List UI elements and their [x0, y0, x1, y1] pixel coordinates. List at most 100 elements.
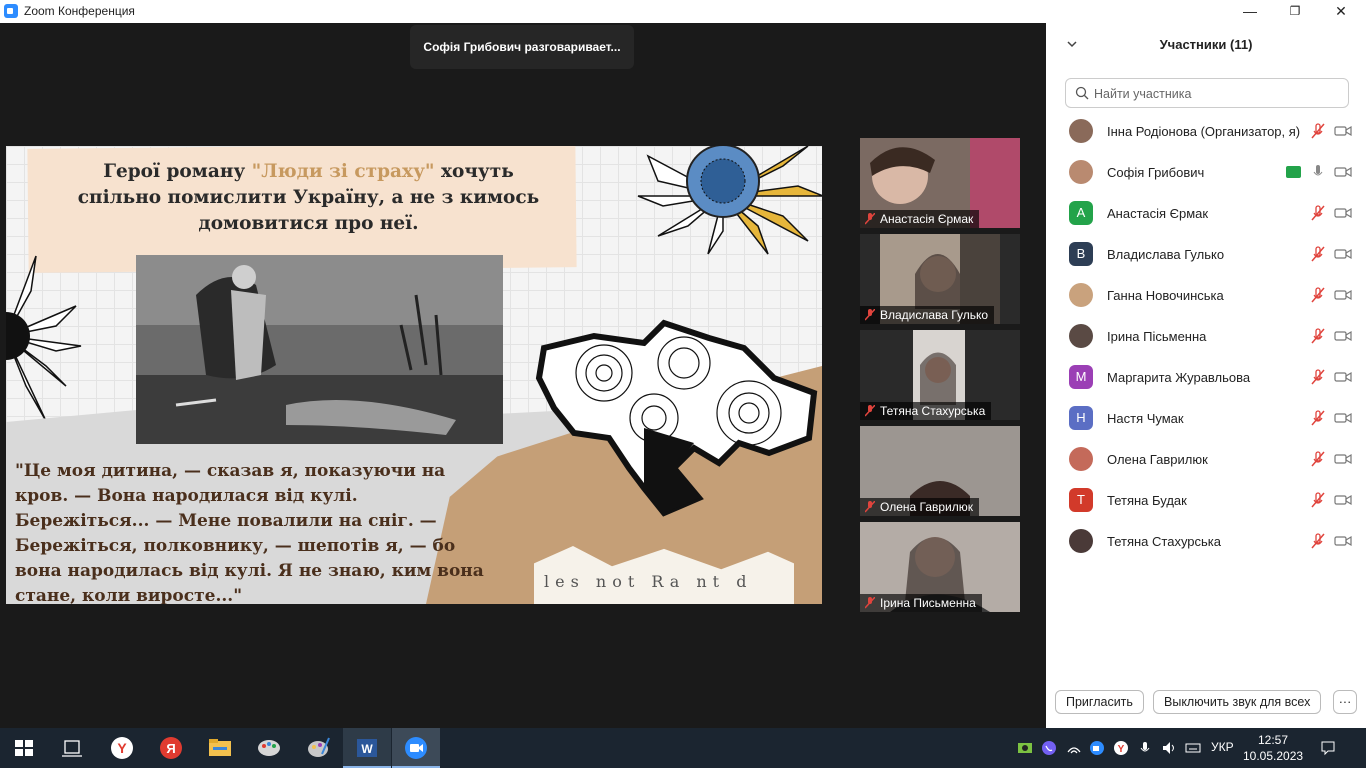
participant-row[interactable]: M Маргарита Журавльова: [1046, 357, 1366, 398]
slide-quote: "Це моя дитина, — сказав я, показуючи на…: [15, 461, 484, 604]
paint-icon[interactable]: [245, 728, 293, 768]
participant-name: Маргарита Журавльова: [1107, 370, 1251, 385]
participant-row[interactable]: Тетяна Стахурська: [1046, 521, 1366, 562]
screen-share-icon: [1286, 166, 1301, 178]
participant-row[interactable]: Ірина Пісьменна: [1046, 316, 1366, 357]
video-camera-icon[interactable]: [1334, 370, 1352, 384]
muted-mic-icon[interactable]: [1310, 451, 1326, 467]
participant-name: Ганна Новочинська: [1107, 288, 1224, 303]
word-icon[interactable]: W: [343, 728, 391, 768]
video-camera-icon[interactable]: [1334, 247, 1352, 261]
notification-icon[interactable]: [1320, 740, 1336, 756]
participant-name: Інна Родіонова (Организатор, я): [1107, 124, 1301, 139]
wifi-icon[interactable]: [1066, 740, 1082, 756]
muted-mic-icon: [865, 597, 875, 609]
muted-mic-icon[interactable]: [1310, 123, 1326, 139]
video-camera-icon[interactable]: [1334, 206, 1352, 220]
window-title: Zoom Конференция: [24, 4, 135, 18]
muted-mic-icon[interactable]: [1310, 205, 1326, 221]
game-tray-icon[interactable]: [1017, 740, 1033, 756]
video-camera-icon[interactable]: [1334, 534, 1352, 548]
sunflower-illustration: [637, 146, 822, 255]
muted-mic-icon[interactable]: [1310, 287, 1326, 303]
video-tile-name: Тетяна Стахурська: [860, 402, 992, 420]
muted-mic-icon[interactable]: [1310, 246, 1326, 262]
video-tile-name: Анастасія Єрмак: [860, 210, 980, 228]
muted-mic-icon: [865, 309, 875, 321]
video-tile-name: Владислава Гулько: [860, 306, 995, 324]
avatar: [1069, 119, 1093, 143]
mute-all-button[interactable]: Выключить звук для всех: [1153, 690, 1322, 714]
svg-text:Y: Y: [1118, 744, 1125, 755]
muted-mic-icon[interactable]: [1310, 533, 1326, 549]
video-camera-icon[interactable]: [1334, 411, 1352, 425]
clock[interactable]: 12:57 10.05.2023: [1243, 732, 1303, 764]
search-box[interactable]: [1065, 78, 1349, 108]
participant-row[interactable]: H Настя Чумак: [1046, 398, 1366, 439]
search-icon: [1075, 86, 1089, 100]
file-explorer-icon[interactable]: [196, 728, 244, 768]
video-tile[interactable]: Ірина Письменна: [860, 522, 1020, 612]
paint-3d-icon[interactable]: [294, 728, 342, 768]
participants-panel: Участники (11) Інна Родіонова (Организат…: [1046, 23, 1366, 728]
video-tile[interactable]: Олена Гаврилюк: [860, 426, 1020, 516]
maximize-button[interactable]: ❐: [1272, 0, 1318, 23]
avatar: [1069, 324, 1093, 348]
video-camera-icon[interactable]: [1334, 452, 1352, 466]
muted-mic-icon: [865, 213, 875, 225]
muted-mic-icon[interactable]: [1310, 328, 1326, 344]
language-indicator[interactable]: УКР: [1211, 740, 1234, 754]
microphone-icon[interactable]: [1312, 164, 1324, 180]
svg-text:W: W: [361, 742, 373, 756]
svg-text:Я: Я: [166, 741, 175, 756]
title-bar: Zoom Конференция — ❐ ✕: [0, 0, 1366, 23]
newsprint-text: les not Ra nt d: [544, 572, 753, 591]
viber-icon[interactable]: [1041, 740, 1057, 756]
more-options-button[interactable]: ···: [1333, 690, 1357, 714]
windows-start-icon[interactable]: [0, 728, 48, 768]
zoom-app-icon: [4, 4, 18, 18]
zoom-taskbar-icon[interactable]: [392, 728, 440, 768]
yandex-tray-icon[interactable]: Y: [1113, 740, 1129, 756]
participant-row[interactable]: Інна Родіонова (Организатор, я): [1046, 111, 1366, 152]
video-camera-icon[interactable]: [1334, 124, 1352, 138]
video-camera-icon[interactable]: [1334, 288, 1352, 302]
video-tile[interactable]: Владислава Гулько: [860, 234, 1020, 324]
avatar: [1069, 447, 1093, 471]
search-input[interactable]: [1092, 84, 1346, 104]
participant-row[interactable]: Ганна Новочинська: [1046, 275, 1366, 316]
video-tile[interactable]: Анастасія Єрмак: [860, 138, 1020, 228]
muted-mic-icon[interactable]: [1310, 369, 1326, 385]
muted-mic-icon[interactable]: [1310, 492, 1326, 508]
participants-header: Участники (11): [1159, 37, 1253, 52]
participant-name: Олена Гаврилюк: [1107, 452, 1208, 467]
volume-icon[interactable]: [1161, 740, 1177, 756]
avatar: M: [1069, 365, 1093, 389]
microphone-icon[interactable]: [1137, 740, 1153, 756]
avatar: B: [1069, 242, 1093, 266]
participant-row[interactable]: T Тетяна Будак: [1046, 480, 1366, 521]
headline-highlight: "Люди зі страху": [251, 161, 435, 182]
yandex-icon[interactable]: Я: [147, 728, 195, 768]
participant-row[interactable]: B Владислава Гулько: [1046, 234, 1366, 275]
participant-row[interactable]: Софія Грибович: [1046, 152, 1366, 193]
yandex-browser-icon[interactable]: Y: [98, 728, 146, 768]
svg-text:Y: Y: [117, 740, 127, 756]
video-camera-icon[interactable]: [1334, 165, 1352, 179]
video-camera-icon[interactable]: [1334, 329, 1352, 343]
headline-text-1: Герої роману: [103, 161, 252, 182]
minimize-button[interactable]: —: [1227, 0, 1273, 23]
clock-time: 12:57: [1257, 733, 1289, 747]
avatar: T: [1069, 488, 1093, 512]
close-button[interactable]: ✕: [1318, 0, 1364, 23]
video-camera-icon[interactable]: [1334, 493, 1352, 507]
keyboard-icon[interactable]: [1185, 740, 1201, 756]
task-view-icon[interactable]: [48, 728, 96, 768]
muted-mic-icon[interactable]: [1310, 410, 1326, 426]
participant-row[interactable]: Олена Гаврилюк: [1046, 439, 1366, 480]
video-tile[interactable]: Тетяна Стахурська: [860, 330, 1020, 420]
zoom-tray-icon[interactable]: [1089, 740, 1105, 756]
muted-mic-icon: [865, 405, 875, 417]
invite-button[interactable]: Пригласить: [1055, 690, 1144, 714]
participant-row[interactable]: A Анастасія Єрмак: [1046, 193, 1366, 234]
